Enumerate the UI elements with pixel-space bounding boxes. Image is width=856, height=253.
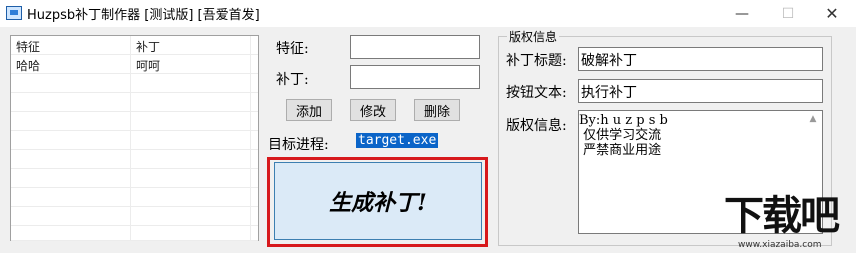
list-header: 特征 补丁 [11, 36, 258, 55]
empty-row [11, 169, 258, 188]
empty-row [11, 112, 258, 131]
list-item[interactable]: 哈哈 呵呵 [11, 55, 258, 74]
empty-row [11, 226, 258, 241]
empty-row [11, 131, 258, 150]
empty-row [11, 93, 258, 112]
watermark-logo: 下载吧 [724, 193, 840, 239]
close-icon: ✕ [825, 4, 839, 23]
add-button[interactable]: 添加 [286, 99, 332, 121]
feature-label: 特征: [276, 41, 309, 57]
minimize-button[interactable]: — [720, 0, 764, 27]
button-text-label: 按钮文本: [506, 85, 567, 101]
maximize-button[interactable]: ☐ [766, 0, 810, 27]
list-item-feature: 哈哈 [16, 59, 41, 73]
target-process-label: 目标进程: [268, 137, 329, 153]
copyright-info-label: 版权信息: [506, 118, 567, 134]
patch-title-input[interactable]: 破解补丁 [578, 47, 823, 71]
target-process-input[interactable]: target.exe [356, 133, 439, 148]
delete-button[interactable]: 删除 [414, 99, 460, 121]
empty-row [11, 74, 258, 93]
modify-button[interactable]: 修改 [350, 99, 396, 121]
copyright-line: 仅供学习交流 [579, 128, 662, 143]
copyright-line: 严禁商业用途 [579, 143, 662, 158]
column-header-feature[interactable]: 特征 [16, 38, 40, 55]
patch-label: 补丁: [276, 72, 309, 88]
generate-patch-button[interactable]: 生成补丁! [274, 162, 482, 240]
empty-row [11, 188, 258, 207]
watermark-url: www.xiazaiba.com [738, 240, 822, 250]
title-bar: Huzpsb补丁制作器 [测试版] [吾爱首发] — ☐ ✕ [0, 0, 856, 27]
feature-patch-list[interactable]: 特征 补丁 哈哈 呵呵 [10, 35, 259, 241]
patch-title-label: 补丁标题: [506, 53, 567, 69]
scroll-up-icon[interactable]: ▲ [806, 114, 820, 126]
copyright-line: By:h u z p s b [579, 113, 668, 128]
button-text-input[interactable]: 执行补丁 [578, 79, 823, 103]
window-title: Huzpsb补丁制作器 [测试版] [吾爱首发] [27, 8, 260, 23]
patch-input[interactable] [350, 65, 480, 89]
empty-row [11, 207, 258, 226]
app-icon [6, 6, 22, 20]
copyright-group-title: 版权信息 [507, 28, 560, 45]
minimize-icon: — [735, 5, 749, 22]
feature-input[interactable] [350, 35, 480, 59]
close-button[interactable]: ✕ [810, 0, 854, 27]
column-header-patch[interactable]: 补丁 [136, 38, 160, 55]
list-item-patch: 呵呵 [136, 59, 161, 73]
empty-row [11, 150, 258, 169]
maximize-icon: ☐ [781, 5, 795, 22]
